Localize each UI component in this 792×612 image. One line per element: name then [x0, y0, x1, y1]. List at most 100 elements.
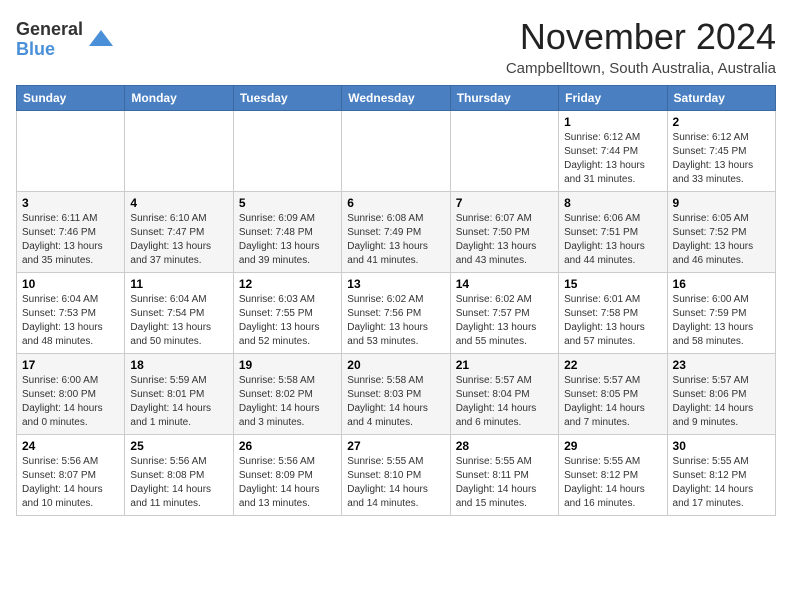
calendar-cell: 14Sunrise: 6:02 AM Sunset: 7:57 PM Dayli…: [450, 273, 558, 354]
day-number: 8: [564, 196, 661, 210]
logo: General Blue: [16, 20, 115, 60]
day-info: Sunrise: 5:57 AM Sunset: 8:06 PM Dayligh…: [673, 374, 770, 430]
calendar-cell: 13Sunrise: 6:02 AM Sunset: 7:56 PM Dayli…: [342, 273, 450, 354]
day-info: Sunrise: 5:57 AM Sunset: 8:05 PM Dayligh…: [564, 374, 661, 430]
day-info: Sunrise: 6:07 AM Sunset: 7:50 PM Dayligh…: [456, 212, 553, 268]
day-number: 19: [239, 358, 336, 372]
day-info: Sunrise: 6:01 AM Sunset: 7:58 PM Dayligh…: [564, 293, 661, 349]
day-number: 25: [130, 439, 227, 453]
day-number: 26: [239, 439, 336, 453]
location-title: Campbelltown, South Australia, Australia: [506, 60, 776, 77]
logo-general: General: [16, 20, 83, 40]
calendar-header-row: SundayMondayTuesdayWednesdayThursdayFrid…: [17, 86, 776, 111]
day-number: 3: [22, 196, 119, 210]
calendar-cell: 15 Sunrise: 6:01 AM Sunset: 7:58 PM Dayli…: [559, 273, 667, 354]
calendar-cell: 11Sunrise: 6:04 AM Sunset: 7:54 PM Dayli…: [125, 273, 233, 354]
day-number: 15: [564, 277, 661, 291]
day-header-sunday: Sunday: [17, 86, 125, 111]
calendar-cell: 8 Sunrise: 6:06 AM Sunset: 7:51 PM Daylig…: [559, 192, 667, 273]
logo-icon: [87, 26, 115, 54]
day-number: 29: [564, 439, 661, 453]
day-number: 30: [673, 439, 770, 453]
calendar-cell: 20 Sunrise: 5:58 AM Sunset: 8:03 PM Dayli…: [342, 354, 450, 435]
day-number: 2: [673, 115, 770, 129]
logo-blue: Blue: [16, 40, 83, 60]
day-header-tuesday: Tuesday: [233, 86, 341, 111]
calendar-cell: [233, 111, 341, 192]
day-info: Sunrise: 5:56 AM Sunset: 8:09 PM Dayligh…: [239, 455, 336, 511]
day-info: Sunrise: 6:00 AM Sunset: 7:59 PM Dayligh…: [673, 293, 770, 349]
day-number: 9: [673, 196, 770, 210]
calendar-cell: 18Sunrise: 5:59 AM Sunset: 8:01 PM Dayli…: [125, 354, 233, 435]
calendar-week-2: 3 Sunrise: 6:11 AM Sunset: 7:46 PM Daylig…: [17, 192, 776, 273]
calendar-cell: 6 Sunrise: 6:08 AM Sunset: 7:49 PM Daylig…: [342, 192, 450, 273]
day-number: 13: [347, 277, 444, 291]
calendar-cell: 28Sunrise: 5:55 AM Sunset: 8:11 PM Dayli…: [450, 435, 558, 516]
day-number: 20: [347, 358, 444, 372]
calendar-cell: [342, 111, 450, 192]
day-info: Sunrise: 6:05 AM Sunset: 7:52 PM Dayligh…: [673, 212, 770, 268]
calendar-week-1: 1Sunrise: 6:12 AM Sunset: 7:44 PM Daylig…: [17, 111, 776, 192]
day-number: 22: [564, 358, 661, 372]
calendar-cell: 29 Sunrise: 5:55 AM Sunset: 8:12 PM Dayli…: [559, 435, 667, 516]
day-number: 17: [22, 358, 119, 372]
calendar-cell: 4Sunrise: 6:10 AM Sunset: 7:47 PM Daylig…: [125, 192, 233, 273]
day-number: 5: [239, 196, 336, 210]
day-info: Sunrise: 6:09 AM Sunset: 7:48 PM Dayligh…: [239, 212, 336, 268]
day-number: 7: [456, 196, 553, 210]
calendar-cell: 3 Sunrise: 6:11 AM Sunset: 7:46 PM Daylig…: [17, 192, 125, 273]
calendar-cell: 9 Sunrise: 6:05 AM Sunset: 7:52 PM Daylig…: [667, 192, 775, 273]
calendar-cell: 5 Sunrise: 6:09 AM Sunset: 7:48 PM Daylig…: [233, 192, 341, 273]
day-info: Sunrise: 6:04 AM Sunset: 7:53 PM Dayligh…: [22, 293, 119, 349]
calendar-cell: [17, 111, 125, 192]
day-number: 23: [673, 358, 770, 372]
calendar-cell: 24Sunrise: 5:56 AM Sunset: 8:07 PM Dayli…: [17, 435, 125, 516]
day-number: 24: [22, 439, 119, 453]
page-header: General Blue November 2024 Campbelltown,…: [16, 16, 776, 77]
calendar-cell: 17 Sunrise: 6:00 AM Sunset: 8:00 PM Dayli…: [17, 354, 125, 435]
calendar-cell: 7 Sunrise: 6:07 AM Sunset: 7:50 PM Daylig…: [450, 192, 558, 273]
day-number: 28: [456, 439, 553, 453]
day-info: Sunrise: 5:55 AM Sunset: 8:12 PM Dayligh…: [673, 455, 770, 511]
day-info: Sunrise: 6:03 AM Sunset: 7:55 PM Dayligh…: [239, 293, 336, 349]
day-number: 12: [239, 277, 336, 291]
day-header-wednesday: Wednesday: [342, 86, 450, 111]
day-info: Sunrise: 6:12 AM Sunset: 7:45 PM Dayligh…: [673, 131, 770, 187]
calendar-cell: 16 Sunrise: 6:00 AM Sunset: 7:59 PM Dayli…: [667, 273, 775, 354]
calendar-table: SundayMondayTuesdayWednesdayThursdayFrid…: [16, 85, 776, 516]
day-info: Sunrise: 5:58 AM Sunset: 8:03 PM Dayligh…: [347, 374, 444, 430]
day-number: 18: [130, 358, 227, 372]
day-number: 27: [347, 439, 444, 453]
day-info: Sunrise: 6:00 AM Sunset: 8:00 PM Dayligh…: [22, 374, 119, 430]
day-header-saturday: Saturday: [667, 86, 775, 111]
day-header-friday: Friday: [559, 86, 667, 111]
calendar-cell: 22 Sunrise: 5:57 AM Sunset: 8:05 PM Dayli…: [559, 354, 667, 435]
calendar-cell: 25 Sunrise: 5:56 AM Sunset: 8:08 PM Dayli…: [125, 435, 233, 516]
day-info: Sunrise: 6:11 AM Sunset: 7:46 PM Dayligh…: [22, 212, 119, 268]
calendar-cell: [125, 111, 233, 192]
day-header-monday: Monday: [125, 86, 233, 111]
calendar-cell: 26 Sunrise: 5:56 AM Sunset: 8:09 PM Dayli…: [233, 435, 341, 516]
day-number: 16: [673, 277, 770, 291]
title-section: November 2024 Campbelltown, South Austra…: [506, 16, 776, 77]
day-info: Sunrise: 6:08 AM Sunset: 7:49 PM Dayligh…: [347, 212, 444, 268]
calendar-cell: 1Sunrise: 6:12 AM Sunset: 7:44 PM Daylig…: [559, 111, 667, 192]
calendar-cell: 10Sunrise: 6:04 AM Sunset: 7:53 PM Dayli…: [17, 273, 125, 354]
day-number: 6: [347, 196, 444, 210]
calendar-week-3: 10Sunrise: 6:04 AM Sunset: 7:53 PM Dayli…: [17, 273, 776, 354]
day-info: Sunrise: 5:55 AM Sunset: 8:10 PM Dayligh…: [347, 455, 444, 511]
calendar-cell: 19Sunrise: 5:58 AM Sunset: 8:02 PM Dayli…: [233, 354, 341, 435]
calendar-cell: 21Sunrise: 5:57 AM Sunset: 8:04 PM Dayli…: [450, 354, 558, 435]
calendar-cell: 30 Sunrise: 5:55 AM Sunset: 8:12 PM Dayli…: [667, 435, 775, 516]
day-number: 14: [456, 277, 553, 291]
calendar-cell: [450, 111, 558, 192]
day-info: Sunrise: 5:55 AM Sunset: 8:12 PM Dayligh…: [564, 455, 661, 511]
day-info: Sunrise: 6:06 AM Sunset: 7:51 PM Dayligh…: [564, 212, 661, 268]
day-number: 21: [456, 358, 553, 372]
calendar-cell: 12 Sunrise: 6:03 AM Sunset: 7:55 PM Dayli…: [233, 273, 341, 354]
day-number: 11: [130, 277, 227, 291]
month-title: November 2024: [506, 16, 776, 58]
day-info: Sunrise: 5:56 AM Sunset: 8:08 PM Dayligh…: [130, 455, 227, 511]
calendar-week-5: 24Sunrise: 5:56 AM Sunset: 8:07 PM Dayli…: [17, 435, 776, 516]
day-number: 4: [130, 196, 227, 210]
